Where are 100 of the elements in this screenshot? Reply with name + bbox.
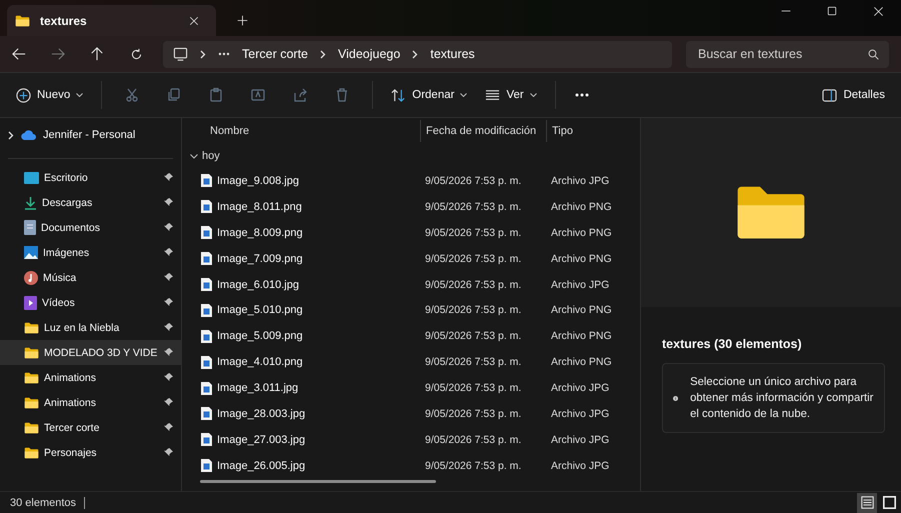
plus-circle-icon bbox=[16, 88, 31, 102]
file-name-cell[interactable]: Image_6.010.jpg bbox=[182, 278, 420, 291]
type-cell-text: Archivo PNG bbox=[550, 226, 613, 239]
file-name-cell[interactable]: Image_5.009.png bbox=[182, 330, 420, 343]
maximize-icon bbox=[827, 6, 837, 16]
file-name-cell[interactable]: Image_3.011.jpg bbox=[182, 382, 420, 395]
image-file-icon bbox=[201, 304, 212, 317]
breadcrumb-item[interactable]: Tercer corte bbox=[242, 47, 308, 61]
type-cell-text: Archivo PNG bbox=[550, 252, 613, 265]
sidebar-item[interactable]: Descargas bbox=[0, 190, 181, 215]
sidebar-item[interactable]: Luz en la Niebla bbox=[0, 315, 181, 340]
date-cell-text: 9/05/2026 7:53 p. m. bbox=[424, 200, 522, 213]
type-cell-text: Archivo PNG bbox=[550, 304, 613, 316]
sidebar-item[interactable]: Documentos bbox=[0, 215, 181, 240]
chevron-icon bbox=[320, 50, 326, 58]
pin-icon bbox=[164, 448, 173, 457]
sidebar-item[interactable]: MODELADO 3D Y VIDE bbox=[0, 340, 181, 365]
date-cell-text: 9/05/2026 7:53 p. m. bbox=[424, 460, 522, 472]
collapse-chevron-icon bbox=[190, 154, 198, 158]
sidebar-item[interactable]: Animations bbox=[0, 390, 181, 415]
pin-icon bbox=[164, 323, 173, 332]
group-header[interactable]: hoy bbox=[182, 144, 640, 168]
rename-icon bbox=[250, 87, 266, 103]
sidebar-item[interactable]: Animations bbox=[0, 365, 181, 390]
video-icon bbox=[24, 296, 37, 310]
folder-icon bbox=[15, 14, 30, 26]
folder-icon bbox=[24, 322, 39, 334]
back-arrow-icon bbox=[12, 47, 26, 61]
file-name-cell[interactable]: Image_5.010.png bbox=[182, 304, 420, 317]
details-title: textures (30 elementos) bbox=[662, 337, 803, 351]
image-file-icon bbox=[201, 382, 212, 395]
more-icon bbox=[574, 93, 589, 97]
breadcrumb-item[interactable]: textures bbox=[430, 47, 475, 61]
pin-icon bbox=[164, 373, 173, 382]
date-cell-text: 9/05/2026 7:53 p. m. bbox=[424, 408, 522, 420]
file-name-cell[interactable]: Image_27.003.jpg bbox=[182, 433, 420, 446]
music-note-icon bbox=[24, 270, 38, 284]
file-name-cell[interactable]: Image_28.003.jpg bbox=[182, 407, 420, 420]
pin-icon bbox=[164, 198, 173, 207]
type-cell-text: Archivo JPG bbox=[550, 382, 610, 394]
horizontal-scrollbar[interactable] bbox=[200, 480, 436, 483]
date-cell-text: 9/05/2026 7:53 p. m. bbox=[424, 304, 522, 316]
sidebar-item[interactable]: Tercer corte bbox=[0, 415, 181, 440]
new-button[interactable]: Nuevo bbox=[10, 80, 90, 110]
expand-chevron-icon bbox=[8, 130, 14, 140]
date-cell-text: 9/05/2026 7:53 p. m. bbox=[424, 226, 522, 239]
breadcrumb-item[interactable]: Videojuego bbox=[338, 47, 400, 61]
sidebar-item[interactable]: Imágenes bbox=[0, 240, 181, 265]
column-header[interactable]: Nombre bbox=[182, 120, 420, 142]
share-icon bbox=[292, 87, 308, 103]
sidebar-item[interactable]: Escritorio bbox=[0, 165, 181, 190]
address-bar[interactable]: Tercer corte Videojuego textures bbox=[163, 40, 672, 68]
onedrive-item[interactable]: Jennifer - Personal bbox=[0, 122, 181, 148]
view-button[interactable]: Ver bbox=[479, 80, 543, 110]
sort-button[interactable]: Ordenar bbox=[385, 80, 474, 110]
date-cell-text: 9/05/2026 7:53 p. m. bbox=[424, 434, 522, 446]
date-cell-text: 9/05/2026 7:53 p. m. bbox=[424, 356, 522, 368]
folder-icon bbox=[24, 372, 39, 384]
file-name-cell[interactable]: Image_8.011.png bbox=[182, 200, 420, 214]
desktop-icon bbox=[24, 172, 39, 184]
picture-icon bbox=[24, 246, 38, 259]
computer-icon bbox=[173, 46, 188, 62]
folder-icon bbox=[24, 346, 39, 358]
pin-icon bbox=[164, 423, 173, 432]
close-icon bbox=[872, 6, 884, 16]
file-name-cell[interactable]: Image_9.008.jpg bbox=[182, 174, 420, 188]
details-pane-icon bbox=[822, 88, 838, 102]
image-file-icon bbox=[201, 278, 212, 291]
sidebar-item[interactable]: Personajes bbox=[0, 440, 181, 465]
caret-icon bbox=[76, 93, 84, 97]
image-file-icon bbox=[201, 252, 212, 266]
cloud-icon bbox=[21, 130, 36, 140]
sidebar-item[interactable]: Vídeos bbox=[0, 290, 181, 315]
paste-icon bbox=[208, 87, 224, 103]
file-name-cell[interactable]: Image_8.009.png bbox=[182, 226, 420, 240]
type-cell-text: Archivo JPG bbox=[550, 408, 610, 420]
column-header[interactable]: Fecha de modificación bbox=[420, 120, 546, 142]
more-icon bbox=[218, 52, 230, 56]
details-pane-button[interactable]: Detalles bbox=[816, 80, 891, 110]
file-name-cell[interactable]: Image_7.009.png bbox=[182, 252, 420, 266]
column-header[interactable]: Tipo bbox=[546, 120, 626, 142]
forward-arrow-icon bbox=[50, 47, 65, 61]
sort-arrows-icon bbox=[391, 88, 406, 102]
type-cell-text: Archivo JPG bbox=[550, 174, 610, 187]
sidebar-item[interactable]: Música bbox=[0, 265, 181, 290]
details-view-button[interactable] bbox=[857, 492, 877, 512]
up-arrow-icon bbox=[90, 47, 104, 61]
search-field[interactable]: Buscar en textures bbox=[686, 40, 889, 68]
folder-tab[interactable]: textures bbox=[7, 5, 216, 36]
chevron-icon bbox=[412, 50, 418, 58]
date-cell-text: 9/05/2026 7:53 p. m. bbox=[424, 252, 522, 265]
file-name-cell[interactable]: Image_26.005.jpg bbox=[182, 459, 420, 472]
image-file-icon bbox=[201, 330, 212, 343]
file-name-cell[interactable]: Image_4.010.png bbox=[182, 356, 420, 369]
image-file-icon bbox=[201, 459, 212, 472]
document-icon bbox=[24, 220, 36, 235]
image-file-icon bbox=[201, 174, 212, 188]
date-cell-text: 9/05/2026 7:53 p. m. bbox=[424, 174, 522, 187]
folder-icon bbox=[24, 446, 39, 458]
download-icon bbox=[24, 196, 37, 210]
